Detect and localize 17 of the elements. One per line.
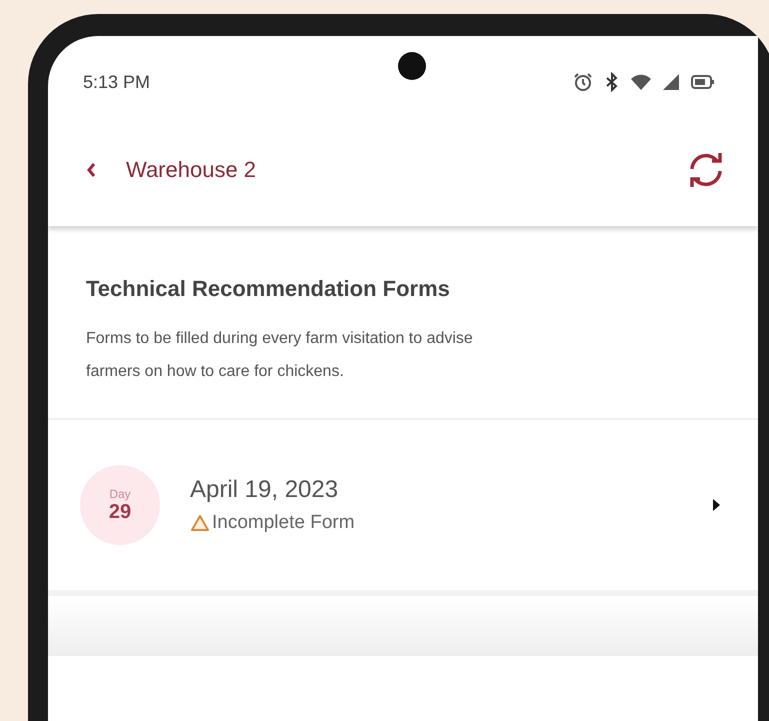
wifi-icon (631, 74, 651, 90)
page-title: Warehouse 2 (126, 157, 256, 183)
section-title: Technical Recommendation Forms (86, 276, 451, 302)
form-status: Incomplete Form (212, 512, 355, 534)
section-description: Forms to be filled during every farm visitation to advise farmers on how to care for chickens. (86, 329, 474, 382)
camera-icon (398, 52, 426, 80)
form-date: April 19, 2023 (190, 476, 340, 504)
day-number: 29 (108, 500, 132, 524)
bluetooth-icon (605, 72, 619, 92)
day-label: Day (109, 486, 131, 500)
alarm-icon (573, 72, 593, 92)
signal-icon (663, 74, 679, 90)
back-icon[interactable] (86, 162, 96, 178)
warning-icon (190, 514, 210, 532)
battery-icon (691, 74, 715, 90)
status-time: 5:13 PM (83, 70, 150, 92)
caret-icon (712, 499, 720, 511)
